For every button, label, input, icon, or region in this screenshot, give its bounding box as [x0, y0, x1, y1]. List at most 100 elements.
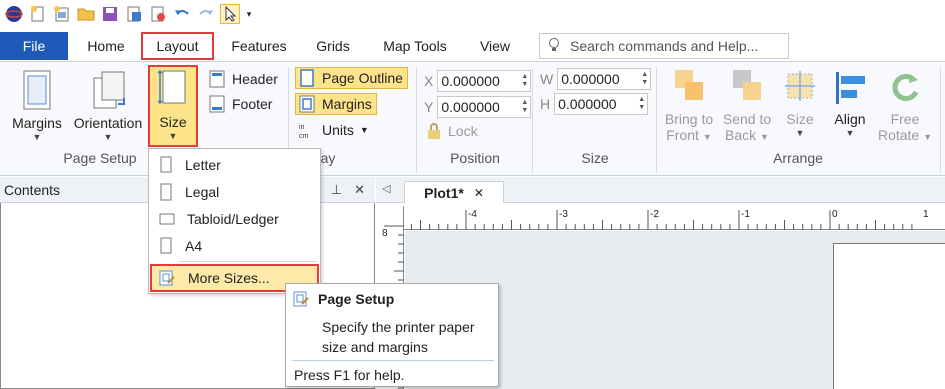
y-label: Y [424, 99, 434, 115]
menu-item-label: A4 [185, 238, 203, 254]
chevron-down-icon: ▼ [760, 132, 769, 142]
ruler-label: 8 [382, 228, 388, 239]
redo-icon[interactable] [196, 4, 216, 24]
footer-icon [209, 95, 225, 113]
save-as-icon[interactable] [124, 4, 144, 24]
menu-item-label: Tabloid/Ledger [187, 211, 279, 227]
free-rotate-button[interactable]: Free Rotate ▼ [876, 68, 934, 145]
send-to-back-button[interactable]: Send to Back ▼ [718, 68, 776, 145]
new-from-template-icon[interactable] [52, 4, 72, 24]
svg-text:in: in [299, 124, 305, 131]
chevron-down-icon: ▼ [103, 132, 113, 142]
group-separator [416, 68, 417, 172]
tab-home[interactable]: Home [78, 32, 134, 60]
chevron-down-icon: ▼ [702, 132, 712, 142]
tab-view[interactable]: View [470, 32, 520, 60]
save-icon[interactable] [100, 4, 120, 24]
lock-icon [428, 123, 440, 139]
margins-toggle[interactable]: Margins [295, 93, 377, 115]
height-field[interactable]: H 0.000000 ▲ ▼ [540, 93, 649, 115]
menu-item-tabloid-ledger[interactable]: Tabloid/Ledger [153, 206, 317, 232]
pin-icon[interactable]: ⊥ [331, 182, 342, 198]
header-label: Header [232, 71, 278, 87]
spinner-icon[interactable]: ▲ ▼ [641, 71, 648, 87]
ruler-label: -3 [559, 209, 568, 220]
page-outline-toggle[interactable]: Page Outline [295, 67, 408, 89]
header-button[interactable]: Header [208, 68, 278, 90]
close-icon[interactable]: ✕ [354, 182, 365, 198]
menu-separator [179, 261, 317, 262]
footer-button[interactable]: Footer [208, 93, 272, 115]
scroll-left-icon[interactable]: ◁ [382, 182, 390, 195]
open-folder-icon[interactable] [76, 4, 96, 24]
menu-item-a4[interactable]: A4 [153, 233, 317, 259]
menu-item-letter[interactable]: Letter [153, 152, 317, 178]
ribbon-tab-bar: File Home Layout Features Grids Map Tool… [0, 28, 945, 62]
ribbon: Margins ▼ Orientation ▼ Size ▼ Page Setu… [0, 62, 945, 176]
margins-label: Margins [12, 115, 62, 131]
chevron-down-icon: ▼ [32, 132, 42, 142]
orientation-icon [93, 71, 125, 109]
chevron-down-icon: ▼ [923, 132, 933, 142]
arrange-size-icon [785, 71, 815, 101]
app-logo-icon[interactable] [4, 4, 24, 24]
plot-tab-title: Plot1* [424, 184, 464, 201]
undo-icon[interactable] [172, 4, 192, 24]
tooltip-description: Specify the printer paper size and margi… [322, 319, 475, 355]
page-setup-icon [159, 270, 175, 286]
margins-button[interactable]: Margins ▼ [6, 68, 68, 143]
svg-text:cm: cm [299, 133, 309, 139]
align-button[interactable]: Align ▼ [826, 68, 874, 139]
units-button[interactable]: in cm Units ▼ [298, 119, 369, 141]
w-value: 0.000000 [561, 71, 620, 87]
align-icon [836, 72, 865, 104]
tab-grids[interactable]: Grids [306, 32, 360, 60]
arrange-size-label: Size [786, 111, 814, 127]
search-input[interactable]: Search commands and Help... [539, 33, 789, 59]
bring-to-front-button[interactable]: Bring to Front ▼ [660, 68, 718, 145]
horizontal-ruler: -4 -3 -2 -1 0 1 [404, 206, 945, 230]
tab-plot1[interactable]: Plot1* ✕ [404, 181, 504, 203]
units-icon: in cm [299, 124, 309, 139]
menu-item-label: Legal [185, 184, 220, 200]
orientation-button[interactable]: Orientation ▼ [68, 68, 148, 143]
page-outline-label: Page Outline [322, 70, 403, 86]
lightbulb-icon [548, 37, 560, 56]
menu-item-legal[interactable]: Legal [153, 179, 317, 205]
arrange-size-button[interactable]: Size ▼ [778, 68, 822, 139]
tooltip-title: Page Setup [292, 290, 394, 308]
tab-features[interactable]: Features [222, 32, 296, 60]
tooltip-help-text: Press F1 for help. [294, 367, 405, 383]
tab-layout[interactable]: Layout [141, 32, 214, 60]
rotate-icon [892, 74, 919, 101]
ruler-label: 0 [832, 209, 838, 220]
y-position-field[interactable]: Y 0.000000 ▲ ▼ [424, 96, 532, 118]
more-sizes-label: More Sizes... [188, 270, 270, 286]
new-icon[interactable] [28, 4, 48, 24]
select-pointer-icon[interactable] [220, 4, 240, 24]
spinner-icon[interactable]: ▲ ▼ [521, 99, 528, 115]
width-field[interactable]: W 0.000000 ▲ ▼ [540, 68, 652, 90]
display-group-label: ay [320, 150, 336, 166]
tab-file[interactable]: File [0, 32, 68, 60]
spinner-icon[interactable]: ▲ ▼ [638, 96, 645, 112]
chevron-down-icon: ▼ [845, 128, 855, 138]
plot-page[interactable] [833, 243, 945, 389]
x-position-field[interactable]: X 0.000000 ▲ ▼ [424, 70, 532, 92]
page-setup-group-label: Page Setup [63, 150, 137, 166]
lock-button[interactable]: Lock [426, 120, 478, 142]
page-setup-icon [293, 291, 309, 307]
tab-map-tools[interactable]: Map Tools [370, 32, 460, 60]
customize-dropdown-icon[interactable]: ▾ [244, 4, 254, 24]
export-icon[interactable] [148, 4, 168, 24]
send-to-label: Send to [722, 111, 772, 127]
horizontal-ruler-ticks: -4 -3 -2 -1 0 1 [410, 209, 929, 230]
footer-label: Footer [232, 96, 273, 112]
back-label: Back ▼ [725, 127, 769, 143]
close-icon[interactable]: ✕ [474, 186, 484, 200]
arrange-group-label: Arrange [773, 150, 823, 166]
spinner-icon[interactable]: ▲ ▼ [521, 73, 528, 89]
size-button[interactable]: Size ▼ [148, 65, 198, 147]
free-label: Free [890, 111, 920, 127]
search-placeholder: Search commands and Help... [570, 38, 759, 54]
